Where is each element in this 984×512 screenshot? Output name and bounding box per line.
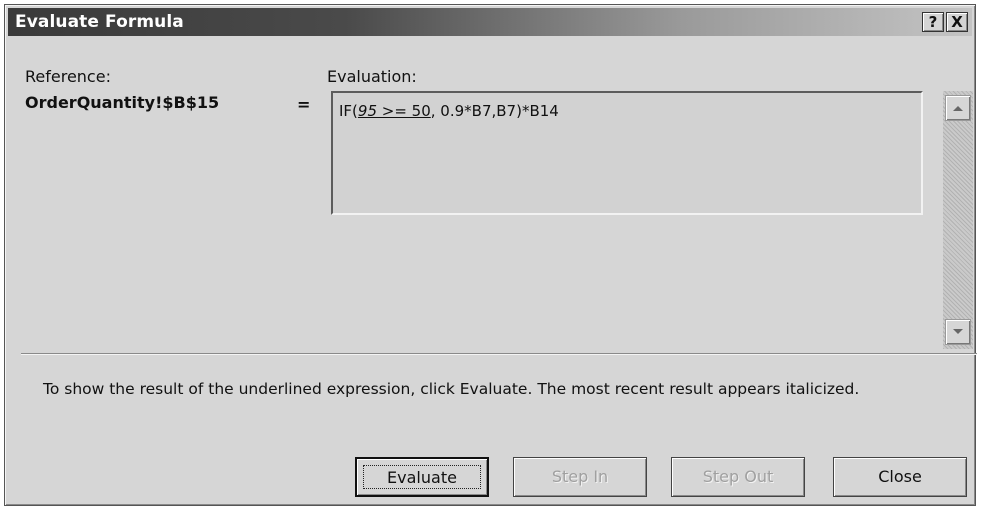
step-in-button[interactable]: Step In — [513, 457, 647, 497]
evaluate-button-label: Evaluate — [387, 468, 457, 487]
close-button[interactable]: Close — [833, 457, 967, 497]
evaluate-formula-dialog: Evaluate Formula ? X Reference: OrderQua… — [4, 4, 977, 506]
evaluation-label: Evaluation: — [327, 67, 417, 86]
reference-label: Reference: — [25, 67, 111, 86]
underlined-rest: >= 50 — [377, 102, 431, 120]
step-out-button[interactable]: Step Out — [671, 457, 805, 497]
underlined-expression: 95 >= 50 — [358, 102, 431, 120]
scroll-up-button[interactable] — [945, 95, 971, 121]
italic-result: 95 — [357, 102, 377, 120]
instructions-text: To show the result of the underlined exp… — [43, 380, 860, 398]
divider — [21, 353, 977, 355]
vertical-scrollbar[interactable] — [943, 91, 973, 349]
evaluate-button[interactable]: Evaluate — [355, 457, 489, 497]
formula-prefix: IF( — [339, 102, 358, 120]
step-in-button-label: Step In — [551, 467, 609, 486]
evaluation-box[interactable]: IF(95 >= 50, 0.9*B7,B7)*B14 — [331, 91, 923, 215]
help-button[interactable]: ? — [922, 12, 944, 32]
arrow-up-icon — [953, 106, 963, 111]
evaluation-formula: IF(95 >= 50, 0.9*B7,B7)*B14 — [339, 102, 559, 120]
reference-value: OrderQuantity!$B$15 — [25, 93, 220, 112]
equals-sign: = — [297, 95, 311, 114]
formula-suffix: , 0.9*B7,B7)*B14 — [430, 102, 559, 120]
arrow-down-icon — [953, 329, 963, 334]
scroll-down-button[interactable] — [945, 319, 971, 345]
close-button-label: Close — [878, 467, 922, 486]
title-bar: Evaluate Formula ? X — [8, 8, 972, 36]
step-out-button-label: Step Out — [702, 467, 774, 486]
close-window-button[interactable]: X — [946, 12, 968, 32]
window-title: Evaluate Formula — [15, 12, 184, 32]
